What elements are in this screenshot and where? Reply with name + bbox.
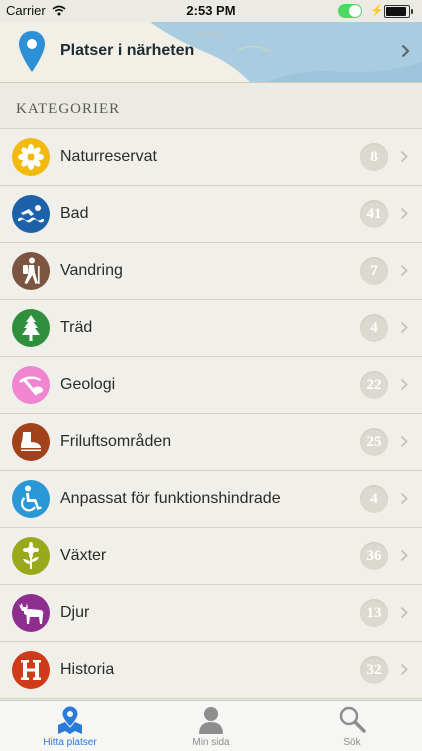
category-row-bad[interactable]: Bad 41 bbox=[0, 186, 422, 243]
chevron-right-icon bbox=[400, 207, 408, 225]
category-name: Friluftsområden bbox=[60, 433, 172, 450]
map-pins-icon bbox=[56, 705, 84, 740]
category-row-historia[interactable]: Historia 32 bbox=[0, 642, 422, 699]
status-bar: Carrier 2:53 PM ⚡ bbox=[0, 0, 422, 22]
nearby-places-label: Platser i närheten bbox=[60, 42, 195, 59]
tab-label: Hitta platser bbox=[43, 737, 97, 748]
chevron-right-icon bbox=[400, 492, 408, 510]
chevron-right-icon bbox=[400, 378, 408, 396]
tab-sok[interactable]: Sök bbox=[282, 701, 422, 751]
category-row-anpassat[interactable]: Anpassat för funktionshindrade 4 bbox=[0, 471, 422, 528]
chevron-right-icon bbox=[400, 264, 408, 282]
category-row-vandring[interactable]: Vandring 7 bbox=[0, 243, 422, 300]
person-icon bbox=[197, 705, 225, 740]
section-title: KATEGORIER bbox=[16, 101, 121, 117]
search-icon bbox=[338, 705, 366, 740]
chevron-right-icon bbox=[400, 663, 408, 681]
category-row-djur[interactable]: Djur 13 bbox=[0, 585, 422, 642]
tab-bar: Hitta platser Min sida Sök bbox=[0, 700, 422, 751]
charging-icon: ⚡ bbox=[370, 5, 384, 17]
battery-icon bbox=[384, 5, 413, 18]
swimmer-icon bbox=[12, 195, 50, 233]
category-name: Anpassat för funktionshindrade bbox=[60, 490, 281, 507]
tab-min-sida[interactable]: Min sida bbox=[141, 701, 281, 751]
location-pin-icon bbox=[18, 30, 46, 79]
tab-hitta-platser[interactable]: Hitta platser bbox=[0, 701, 140, 751]
category-name: Djur bbox=[60, 604, 90, 621]
chevron-right-icon bbox=[400, 321, 408, 339]
nearby-places-button[interactable]: Platser i närheten bbox=[0, 22, 422, 83]
category-name: Växter bbox=[60, 547, 107, 564]
category-name: Vandring bbox=[60, 262, 123, 279]
category-count-badge: 32 bbox=[360, 656, 388, 684]
chevron-right-icon bbox=[400, 606, 408, 624]
category-count-badge: 4 bbox=[360, 314, 388, 342]
chevron-right-icon bbox=[400, 150, 408, 168]
letter-h-icon bbox=[12, 651, 50, 689]
category-row-friluftsomraden[interactable]: Friluftsområden 25 bbox=[0, 414, 422, 471]
category-name: Naturreservat bbox=[60, 148, 157, 165]
plant-icon bbox=[12, 537, 50, 575]
category-count-badge: 8 bbox=[360, 143, 388, 171]
category-name: Bad bbox=[60, 205, 89, 222]
category-list: Naturreservat 8 Bad 41 Vandring 7 Träd 4… bbox=[0, 128, 422, 699]
moose-icon bbox=[12, 594, 50, 632]
hiker-icon bbox=[12, 252, 50, 290]
pickaxe-icon bbox=[12, 366, 50, 404]
category-count-badge: 4 bbox=[360, 485, 388, 513]
category-name: Träd bbox=[60, 319, 93, 336]
category-row-geologi[interactable]: Geologi 22 bbox=[0, 357, 422, 414]
wheelchair-icon bbox=[12, 480, 50, 518]
category-name: Geologi bbox=[60, 376, 116, 393]
category-count-badge: 7 bbox=[360, 257, 388, 285]
tab-label: Min sida bbox=[192, 737, 230, 748]
category-count-badge: 13 bbox=[360, 599, 388, 627]
category-count-badge: 22 bbox=[360, 371, 388, 399]
tab-label: Sök bbox=[343, 737, 361, 748]
boot-icon bbox=[12, 423, 50, 461]
tree-icon bbox=[12, 309, 50, 347]
chevron-right-icon bbox=[401, 44, 410, 63]
category-count-badge: 41 bbox=[360, 200, 388, 228]
chevron-right-icon bbox=[400, 435, 408, 453]
category-row-naturreservat[interactable]: Naturreservat 8 bbox=[0, 129, 422, 186]
category-row-trad[interactable]: Träd 4 bbox=[0, 300, 422, 357]
category-count-badge: 25 bbox=[360, 428, 388, 456]
flower-icon bbox=[12, 138, 50, 176]
category-row-vaxter[interactable]: Växter 36 bbox=[0, 528, 422, 585]
chevron-right-icon bbox=[400, 549, 408, 567]
location-toggle-icon bbox=[338, 4, 362, 18]
category-count-badge: 36 bbox=[360, 542, 388, 570]
category-name: Historia bbox=[60, 661, 115, 678]
